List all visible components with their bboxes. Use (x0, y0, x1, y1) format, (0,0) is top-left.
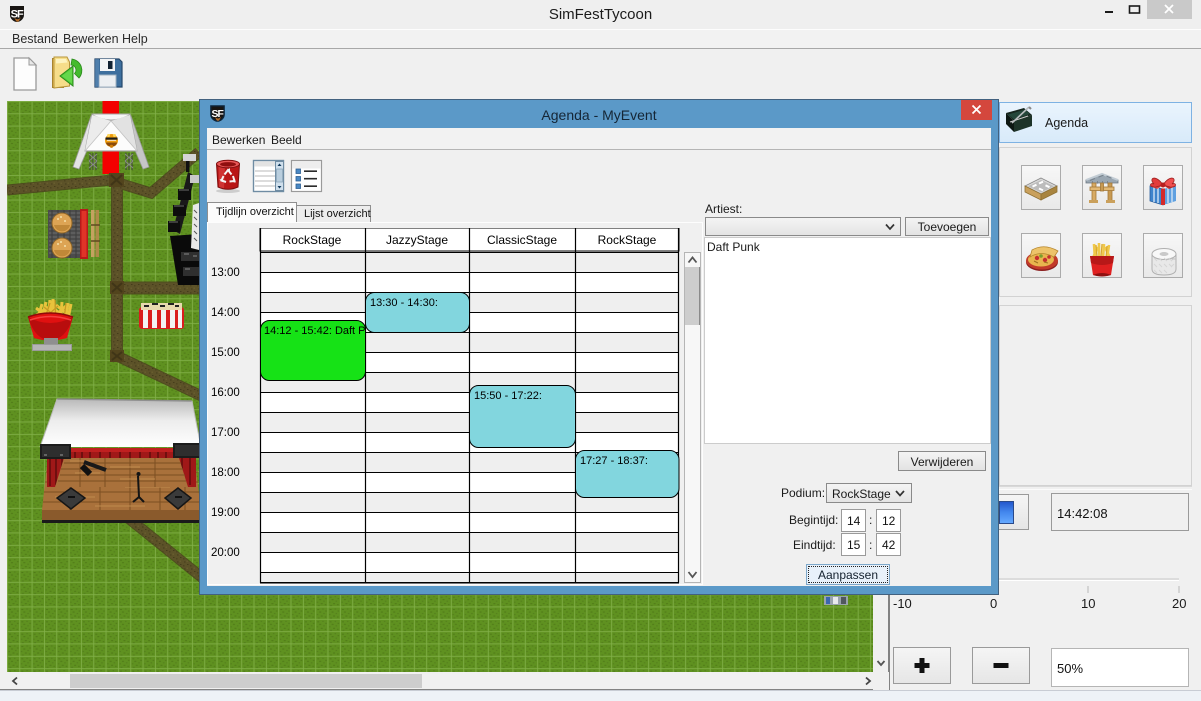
svg-text:20:00: 20:00 (211, 547, 240, 559)
svg-text:15:50 - 17:22:: 15:50 - 17:22: (474, 390, 542, 402)
svg-text:17:00: 17:00 (211, 427, 240, 439)
svg-text:13:00: 13:00 (211, 267, 240, 279)
svg-text:17:27 - 18:37:: 17:27 - 18:37: (580, 455, 648, 467)
svg-text:18:00: 18:00 (211, 467, 240, 479)
svg-text:14:00: 14:00 (211, 307, 240, 319)
svg-text:13:30 - 14:30:: 13:30 - 14:30: (370, 297, 438, 309)
svg-text:SF: SF (11, 9, 24, 21)
svg-text:19:00: 19:00 (211, 507, 240, 519)
svg-text:RockStage: RockStage (598, 233, 657, 247)
svg-text:15:00: 15:00 (211, 347, 240, 359)
svg-text:SF: SF (212, 109, 224, 120)
svg-text:16:00: 16:00 (211, 387, 240, 399)
svg-text:RockStage: RockStage (283, 233, 342, 247)
svg-text:ClassicStage: ClassicStage (487, 233, 557, 247)
svg-text:14:12 - 15:42: Daft P: 14:12 - 15:42: Daft P (264, 325, 366, 337)
svg-text:JazzyStage: JazzyStage (386, 233, 448, 247)
